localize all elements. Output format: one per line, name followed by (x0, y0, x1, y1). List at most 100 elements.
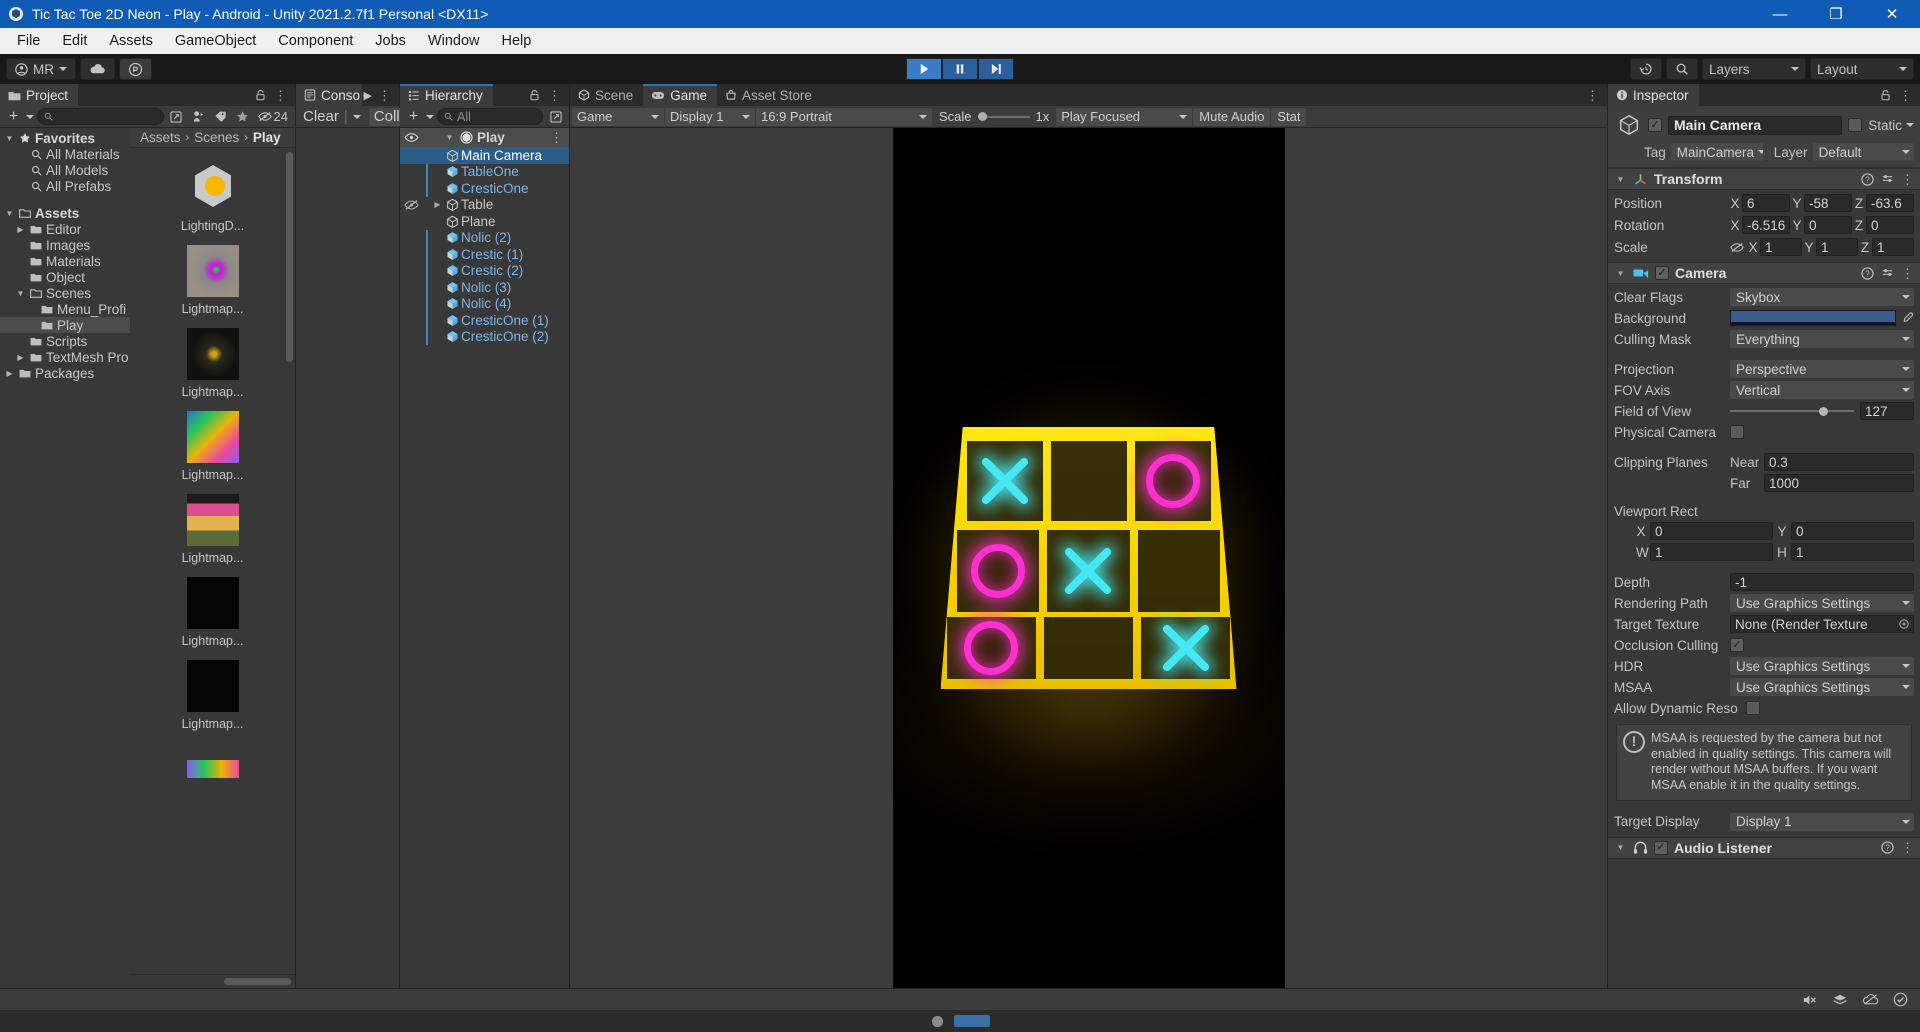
rotation-x-input[interactable]: -6.516 (1742, 216, 1790, 234)
taskbar-active-window[interactable] (953, 1015, 990, 1027)
project-tree-item-all-prefabs[interactable]: ▶All Prefabs (0, 178, 130, 194)
project-tree-item-textmesh-pro[interactable]: ▶ TextMesh Pro (0, 349, 130, 365)
viewport-x-input[interactable]: 0 (1650, 522, 1773, 540)
asset-item[interactable]: Lightmap... (168, 492, 258, 565)
hierarchy-item-nolic-3-[interactable]: ▶Nolic (3) (400, 279, 569, 296)
project-tree-item-favorites[interactable]: ▼ Favorites (0, 130, 130, 146)
chevron-down-icon[interactable] (26, 114, 34, 119)
check-status-icon[interactable] (1893, 992, 1908, 1007)
far-clip-input[interactable]: 1000 (1764, 474, 1914, 492)
cloud-button[interactable] (80, 58, 115, 80)
aspect-ratio-dropdown[interactable]: 16:9 Portrait (756, 107, 932, 126)
create-gameobject-button[interactable]: + (404, 108, 423, 126)
project-tree-item-menu-profi[interactable]: ▶Menu_Profi (0, 301, 130, 317)
tag-dropdown[interactable]: MainCamera (1670, 143, 1763, 161)
asset-item[interactable]: Lightmap... (168, 658, 258, 731)
tab-project[interactable]: Project (0, 84, 79, 106)
kebab-icon[interactable]: ⋮ (550, 131, 563, 144)
project-tree-item-object[interactable]: ▶Object (0, 269, 130, 285)
constrain-proportions-icon[interactable] (1730, 242, 1746, 253)
asset-item[interactable]: Lightmap... (168, 409, 258, 482)
culling-mask-dropdown[interactable]: Everything (1730, 330, 1914, 348)
asset-grid-scroll[interactable]: LightingD... Lightmap... Lightmap... Lightm… (130, 148, 295, 974)
fov-slider-knob[interactable] (1819, 406, 1829, 416)
favorites-filter-button[interactable] (233, 108, 252, 126)
stats-button[interactable]: Stat (1271, 107, 1307, 126)
scale-x-input[interactable]: 1 (1760, 238, 1802, 256)
layer-dropdown[interactable]: Default (1812, 143, 1914, 161)
kebab-icon[interactable]: ⋮ (274, 89, 287, 102)
mute-icon[interactable] (1802, 993, 1818, 1007)
menu-component[interactable]: Component (267, 30, 364, 52)
project-tree-item-play[interactable]: ▶Play (0, 317, 130, 333)
transform-component-header[interactable]: ▼ Transform ? ⋮ (1608, 168, 1920, 190)
chevron-right-icon[interactable]: ▶ (4, 369, 15, 378)
board-cell-2-0[interactable] (946, 617, 1036, 679)
asset-item[interactable]: LightingD... (168, 160, 258, 233)
camera-component-header[interactable]: ▼ ✓ Camera ? ⋮ (1608, 262, 1920, 284)
board-cell-2-2[interactable] (1141, 617, 1231, 679)
chevron-down-icon[interactable]: ▼ (15, 289, 26, 298)
allow-dynamic-checkbox[interactable] (1746, 701, 1760, 715)
target-texture-field[interactable]: None (Render Texture (1730, 615, 1914, 633)
hierarchy-item-crestic-2-[interactable]: ▶Crestic (2) (400, 262, 569, 279)
rotation-y-input[interactable]: 0 (1804, 216, 1852, 234)
game-view[interactable] (570, 128, 1607, 988)
tab-game[interactable]: Game (643, 84, 718, 106)
close-button[interactable]: ✕ (1864, 0, 1920, 28)
eye-off-icon[interactable] (400, 199, 422, 211)
maximize-button[interactable]: ❐ (1808, 0, 1864, 28)
tab-scene[interactable]: Scene (570, 84, 643, 106)
kebab-icon[interactable]: ⋮ (378, 89, 391, 102)
hierarchy-item-cresticone[interactable]: ▶CresticOne (400, 180, 569, 197)
project-search-input[interactable] (37, 108, 164, 125)
hierarchy-item-crestic-1-[interactable]: ▶Crestic (1) (400, 246, 569, 263)
search-expand-button[interactable] (546, 108, 565, 126)
hierarchy-search-input[interactable]: All (437, 108, 543, 125)
menu-window[interactable]: Window (417, 30, 491, 52)
account-button[interactable]: MR (6, 58, 76, 80)
inspector-content[interactable]: ✓ Main Camera Static Tag MainCamera Laye… (1608, 106, 1920, 988)
clear-flags-dropdown[interactable]: Skybox (1730, 288, 1914, 306)
chevron-down-icon[interactable]: ▼ (443, 133, 456, 142)
menu-assets[interactable]: Assets (98, 30, 164, 52)
layers-status-icon[interactable] (1832, 993, 1848, 1007)
tab-asset-store[interactable]: Asset Store (717, 84, 822, 106)
menu-edit[interactable]: Edit (51, 30, 98, 52)
board-cell-1-2[interactable] (1137, 530, 1221, 612)
tab-inspector[interactable]: Inspector (1608, 84, 1699, 106)
rendering-path-dropdown[interactable]: Use Graphics Settings (1730, 594, 1914, 612)
tic-tac-toe-board[interactable] (940, 427, 1237, 689)
board-cell-2-1[interactable] (1043, 617, 1134, 679)
kebab-icon[interactable]: ⋮ (1901, 267, 1914, 280)
gameobject-name-input[interactable]: Main Camera (1668, 115, 1843, 135)
search-button[interactable] (1666, 58, 1698, 80)
hierarchy-item-tableone[interactable]: ▶TableOne (400, 163, 569, 180)
play-button[interactable] (906, 58, 942, 80)
project-vertical-scrollbar[interactable] (286, 152, 293, 362)
eye-icon[interactable] (404, 132, 419, 143)
near-clip-input[interactable]: 0.3 (1764, 453, 1914, 471)
kebab-icon[interactable]: ⋮ (1901, 841, 1914, 854)
cloud-status-icon[interactable] (1862, 993, 1879, 1006)
menu-jobs[interactable]: Jobs (364, 30, 417, 52)
breadcrumb-assets[interactable]: Assets (140, 130, 181, 145)
viewport-h-input[interactable]: 1 (1791, 543, 1914, 561)
board-cell-1-1[interactable] (1047, 530, 1130, 612)
search-in-scene-button[interactable] (167, 108, 186, 126)
menu-file[interactable]: File (6, 30, 51, 52)
chevron-down-icon[interactable] (426, 114, 434, 119)
camera-enabled-checkbox[interactable]: ✓ (1655, 266, 1669, 280)
fov-slider-track[interactable] (1730, 406, 1854, 416)
project-tree-item-scripts[interactable]: ▶Scripts (0, 333, 130, 349)
gameobject-enabled-checkbox[interactable]: ✓ (1648, 118, 1662, 132)
breadcrumb-play[interactable]: Play (253, 130, 281, 145)
position-x-input[interactable]: 6 (1742, 194, 1790, 212)
scale-slider-knob[interactable] (977, 112, 987, 121)
project-tree-item-scenes[interactable]: ▼ Scenes (0, 285, 130, 301)
project-tree-item-assets[interactable]: ▼ Assets (0, 205, 130, 221)
game-mode-dropdown[interactable]: Game (572, 107, 664, 126)
project-tree-item-editor[interactable]: ▶ Editor (0, 221, 130, 237)
background-color-swatch[interactable] (1730, 310, 1896, 326)
static-checkbox[interactable] (1848, 118, 1863, 132)
